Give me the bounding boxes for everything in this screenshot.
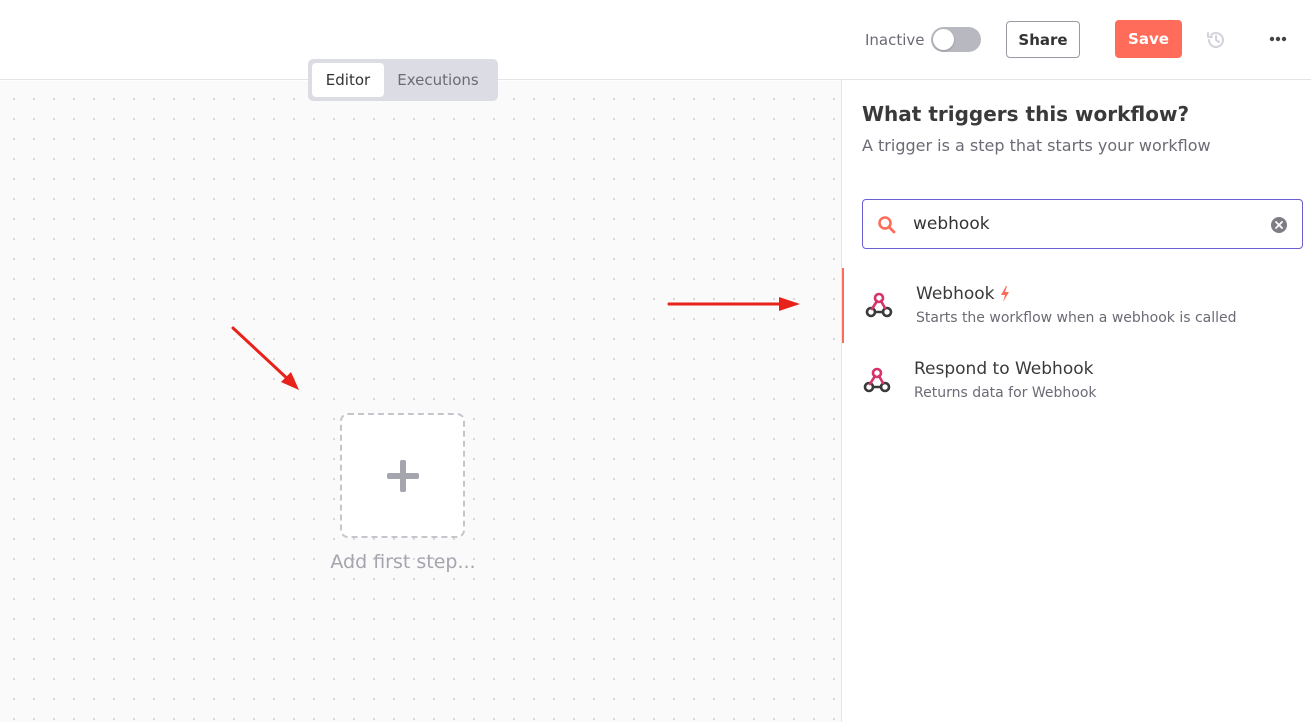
tab-executions[interactable]: Executions [386,63,490,97]
workflow-canvas[interactable]: Add first step... [0,81,841,722]
annotation-arrow-horizontal [667,297,800,311]
panel-title: What triggers this workflow? [862,102,1190,126]
clear-search-icon[interactable] [1270,216,1288,234]
share-button[interactable]: Share [1006,21,1080,58]
add-first-step-button[interactable] [340,413,465,538]
tab-editor[interactable]: Editor [312,63,384,97]
toggle-knob [933,29,954,50]
active-toggle[interactable] [931,27,981,52]
result-name: Respond to Webhook [914,359,1093,379]
result-item-webhook[interactable]: Webhook Starts the workflow when a webho… [842,268,1311,343]
search-input[interactable]: webhook [862,199,1303,249]
save-button[interactable]: Save [1115,20,1182,58]
bolt-icon [1001,286,1010,302]
result-name: Webhook [916,284,1010,304]
annotation-arrow-diagonal [231,326,299,390]
result-name-text: Webhook [916,284,995,304]
trigger-panel: What triggers this workflow? A trigger i… [841,80,1311,722]
webhook-icon [863,367,891,393]
search-icon [878,216,896,234]
search-value[interactable]: webhook [913,214,990,234]
workflow-status-label: Inactive [865,31,925,49]
top-header: Inactive Share Save [0,0,1311,80]
plus-icon [386,459,419,492]
result-description: Starts the workflow when a webhook is ca… [916,310,1237,326]
more-options-icon[interactable] [1265,28,1291,50]
add-first-step-label: Add first step... [330,551,476,573]
webhook-icon [865,292,893,318]
view-tabs: Editor Executions [308,59,498,101]
result-item-respond-to-webhook[interactable]: Respond to Webhook Returns data for Webh… [842,343,1311,418]
history-icon[interactable] [1205,29,1227,51]
result-name-text: Respond to Webhook [914,359,1094,379]
panel-subtitle: A trigger is a step that starts your wor… [862,136,1211,155]
result-description: Returns data for Webhook [914,385,1097,401]
